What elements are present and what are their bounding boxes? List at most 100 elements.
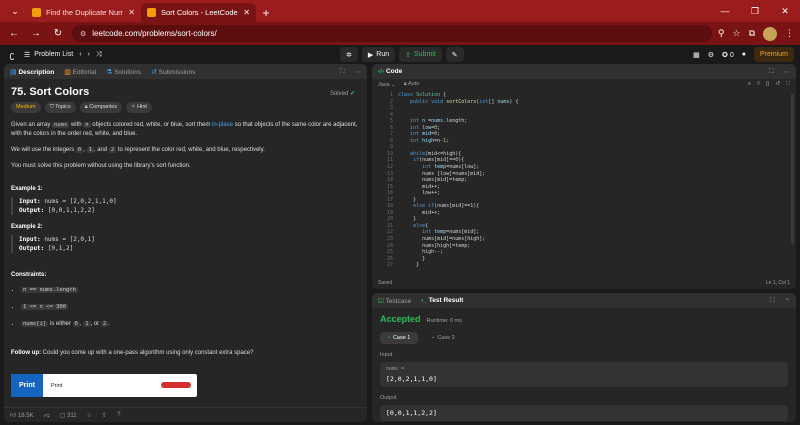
solved-label: Solved [329, 91, 349, 97]
description-paragraph-2: We will use the integers 0, 1, and 2 to … [11, 146, 360, 155]
language-label: Java [378, 81, 390, 88]
tab-close-icon[interactable]: ✕ [243, 8, 250, 17]
profile-avatar[interactable] [763, 26, 777, 41]
topics-tag[interactable]: ⛉ Topics [44, 102, 76, 113]
reset-icon[interactable]: ↺ [776, 81, 781, 88]
comments-button[interactable]: ▢ 311 [60, 412, 77, 419]
braces-icon[interactable]: {} [766, 81, 770, 88]
advertisement-banner[interactable]: Print Print [11, 374, 197, 397]
help-icon[interactable]: ? [117, 412, 120, 418]
tab-title: Sort Colors - LeetCode [161, 8, 238, 17]
collapse-icon[interactable]: ⌃ [785, 297, 790, 305]
prev-problem-icon[interactable]: ‹ [79, 51, 81, 58]
editor-scrollbar[interactable] [791, 94, 794, 244]
difficulty-badge: Medium [11, 102, 41, 113]
premium-button[interactable]: Premium [753, 47, 794, 62]
code-editor[interactable]: 1 2 3 4 5 6 7 8 9 10 11 12 13 14 15 16 17 18 19 20 21 22 23 24 2… [372, 90, 796, 276]
minimize-icon[interactable]: — [710, 0, 740, 22]
example-input: nums = [2,0,1] [44, 236, 95, 243]
test-result-body: Accepted Runtime: 0 ms • Case 1 • Case 2… [372, 308, 796, 422]
example-2-block: Input: nums = [2,0,1] Output: [0,1,2] [11, 235, 360, 253]
tab-editorial[interactable]: ▥ Editorial [64, 68, 96, 76]
site-info-icon[interactable]: ⚙ [80, 30, 86, 38]
companies-tag[interactable]: 🔒︎ Companies [79, 102, 123, 113]
tab-submissions[interactable]: ↺ Submissions [151, 68, 196, 76]
leetcode-logo-icon[interactable]: ʗ [6, 49, 18, 61]
like-button[interactable]: 👍︎ 18.5K [10, 411, 34, 419]
case-tabs: • Case 1 • Case 2 [380, 332, 788, 344]
case-1-tab[interactable]: • Case 1 [380, 332, 419, 344]
settings-gear-icon[interactable]: ⚙ [708, 51, 714, 59]
forward-arrow-icon[interactable]: → [28, 26, 44, 42]
code-brackets-icon: ‹/› [378, 68, 385, 75]
user-avatar[interactable]: ● [742, 51, 746, 58]
submit-button[interactable]: ⇪ Submit [399, 47, 442, 62]
input-box: nums = [2,0,2,1,1,0] [380, 362, 788, 387]
new-tab-button[interactable]: + [256, 3, 276, 22]
ad-text: Print [51, 382, 63, 389]
description-paragraph-3: You must solve this problem without usin… [11, 163, 191, 169]
more-options-icon[interactable]: ⋯ [784, 68, 791, 76]
zoom-icon[interactable]: ⚲ [718, 28, 725, 39]
layout-icon[interactable]: ▦ [693, 51, 700, 59]
back-arrow-icon[interactable]: ← [6, 26, 22, 42]
debug-button[interactable]: ✲ [340, 47, 358, 62]
tab-search-icon[interactable]: ⌄ [4, 0, 26, 22]
maximize-icon[interactable]: ⛶ [769, 68, 774, 76]
restore-icon[interactable]: ❐ [740, 0, 770, 22]
tab-solutions[interactable]: ⚗ Solutions [106, 68, 141, 76]
case-2-tab[interactable]: • Case 2 [424, 332, 462, 344]
check-circle-icon: ✔ [349, 91, 355, 97]
url-bar[interactable]: ⚙ leetcode.com/problems/sort-colors/ [72, 25, 712, 42]
tab-submissions-label: Submissions [158, 68, 196, 76]
browser-tab-find-duplicate[interactable]: Find the Duplicate Number - Le ✕ [26, 3, 141, 22]
run-button[interactable]: ▶ Run [361, 47, 396, 62]
reload-icon[interactable]: ↻ [50, 26, 66, 42]
code-tab[interactable]: ‹/› Code [378, 68, 402, 75]
output-label: Output: [19, 245, 45, 252]
notes-button[interactable]: ✎ [445, 47, 464, 62]
description-tabs: ▤ Description ▥ Editorial ⚗ Solutions ↺ … [4, 64, 367, 79]
bookmark-icon[interactable]: ⌑ [757, 81, 760, 88]
close-window-icon[interactable]: ✕ [770, 0, 800, 22]
browser-tab-sort-colors[interactable]: Sort Colors - LeetCode ✕ [141, 3, 256, 22]
auto-label: Auto [407, 81, 420, 87]
test-result-tab[interactable]: ›_ Test Result [421, 297, 463, 304]
comment-count: 311 [67, 412, 77, 419]
dislike-icon[interactable]: 👎︎ [44, 411, 50, 419]
text: is either [48, 321, 73, 327]
constraint-item: nums[i] is either 0, 1, or 2. [21, 320, 360, 329]
favorite-star-icon[interactable]: ☆ [87, 412, 92, 419]
problem-list-button[interactable]: ☰ Problem List [24, 51, 73, 59]
testcase-tab[interactable]: ☑ Testcase [378, 297, 411, 305]
text: , or [90, 321, 101, 327]
auto-mode-toggle[interactable]: 🔒︎ Auto [404, 81, 420, 88]
more-options-icon[interactable]: ⋯ [355, 68, 362, 76]
problem-title[interactable]: 75. Sort Colors [11, 87, 360, 98]
case-2-label: Case 2 [437, 335, 455, 341]
submit-label: Submit [413, 51, 436, 58]
fullscreen-icon[interactable]: ⛶ [786, 81, 790, 88]
streak-counter[interactable]: ✪ 0 [722, 51, 734, 59]
ad-cta-bar[interactable] [161, 382, 191, 388]
extensions-icon[interactable]: ⧉ [749, 28, 755, 39]
maximize-icon[interactable]: ⛶ [340, 68, 345, 76]
text: Given an array [11, 122, 53, 128]
language-select[interactable]: Java ⌄ [378, 82, 396, 88]
next-problem-icon[interactable]: › [88, 51, 90, 58]
maximize-icon[interactable]: ⛶ [770, 297, 775, 305]
ad-print-button[interactable]: Print [11, 374, 43, 397]
example-2-title: Example 2: [11, 224, 43, 230]
code-lines[interactable]: class Solution { public void sortColors(… [398, 90, 796, 276]
share-icon[interactable]: ⇧ [102, 412, 107, 419]
accepted-label: Accepted [380, 314, 421, 324]
bookmark-star-icon[interactable]: ☆ [732, 28, 740, 39]
menu-kebab-icon[interactable]: ⋮ [785, 28, 794, 39]
tab-close-icon[interactable]: ✕ [128, 8, 135, 17]
topics-label: Topics [55, 104, 71, 110]
shuffle-icon[interactable]: ⤨ [96, 51, 102, 59]
hint-tag[interactable]: ✧ Hint [126, 102, 152, 113]
format-icon[interactable]: ≡ [748, 81, 751, 88]
tab-description[interactable]: ▤ Description [10, 68, 54, 76]
in-place-link[interactable]: in-place [212, 122, 233, 128]
